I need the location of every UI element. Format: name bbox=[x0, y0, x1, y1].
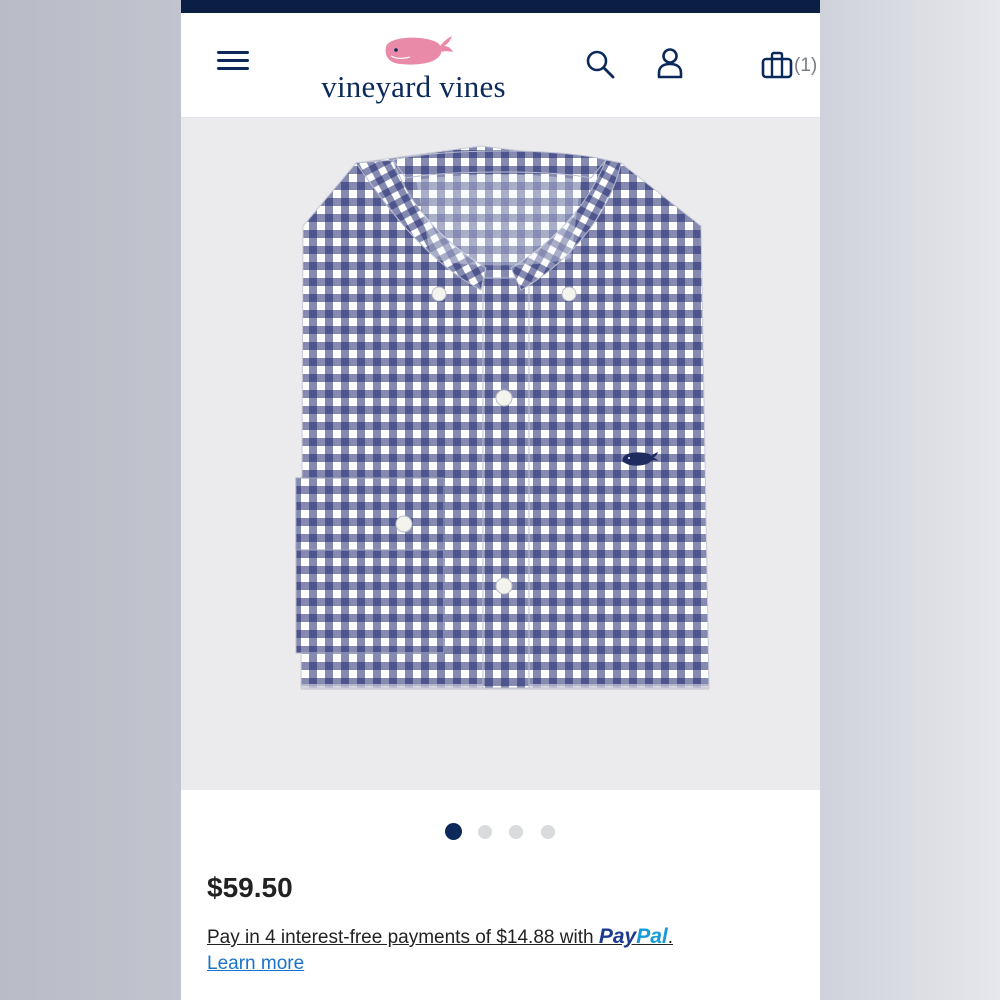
carousel-dot-1[interactable] bbox=[445, 823, 462, 840]
cart-count[interactable]: (1) bbox=[794, 55, 817, 77]
carousel-dot-3[interactable] bbox=[509, 825, 523, 839]
menu-icon[interactable] bbox=[217, 51, 249, 71]
product-price: $59.50 bbox=[207, 872, 293, 903]
paypal-installments-link[interactable]: Pay in 4 interest-free payments of $14.8… bbox=[207, 925, 673, 949]
paypal-installments-text: Pay in 4 interest-free payments of $14.8… bbox=[207, 927, 599, 948]
top-status-strip bbox=[181, 0, 820, 13]
carousel-dot-2[interactable] bbox=[478, 825, 492, 839]
whale-logo-icon bbox=[385, 36, 453, 65]
search-icon[interactable] bbox=[585, 49, 615, 79]
learn-more-link[interactable]: Learn more bbox=[207, 953, 304, 975]
shopping-bag-icon[interactable] bbox=[761, 51, 793, 79]
carousel-dots bbox=[181, 822, 820, 842]
paypal-suffix: . bbox=[667, 927, 674, 948]
gingham-shirt-image bbox=[295, 145, 710, 690]
mobile-page: vineyard vines (1) $59.50 Pay in 4 inter… bbox=[181, 0, 820, 1000]
product-image[interactable] bbox=[181, 118, 820, 790]
brand-logo[interactable]: vineyard vines bbox=[306, 33, 521, 104]
carousel-dot-4[interactable] bbox=[541, 825, 555, 839]
account-icon[interactable] bbox=[657, 47, 683, 79]
background-right bbox=[820, 0, 1000, 1000]
paypal-logo: PayPal bbox=[598, 925, 668, 948]
brand-name: vineyard vines bbox=[321, 69, 506, 104]
site-header: vineyard vines (1) bbox=[181, 13, 820, 118]
